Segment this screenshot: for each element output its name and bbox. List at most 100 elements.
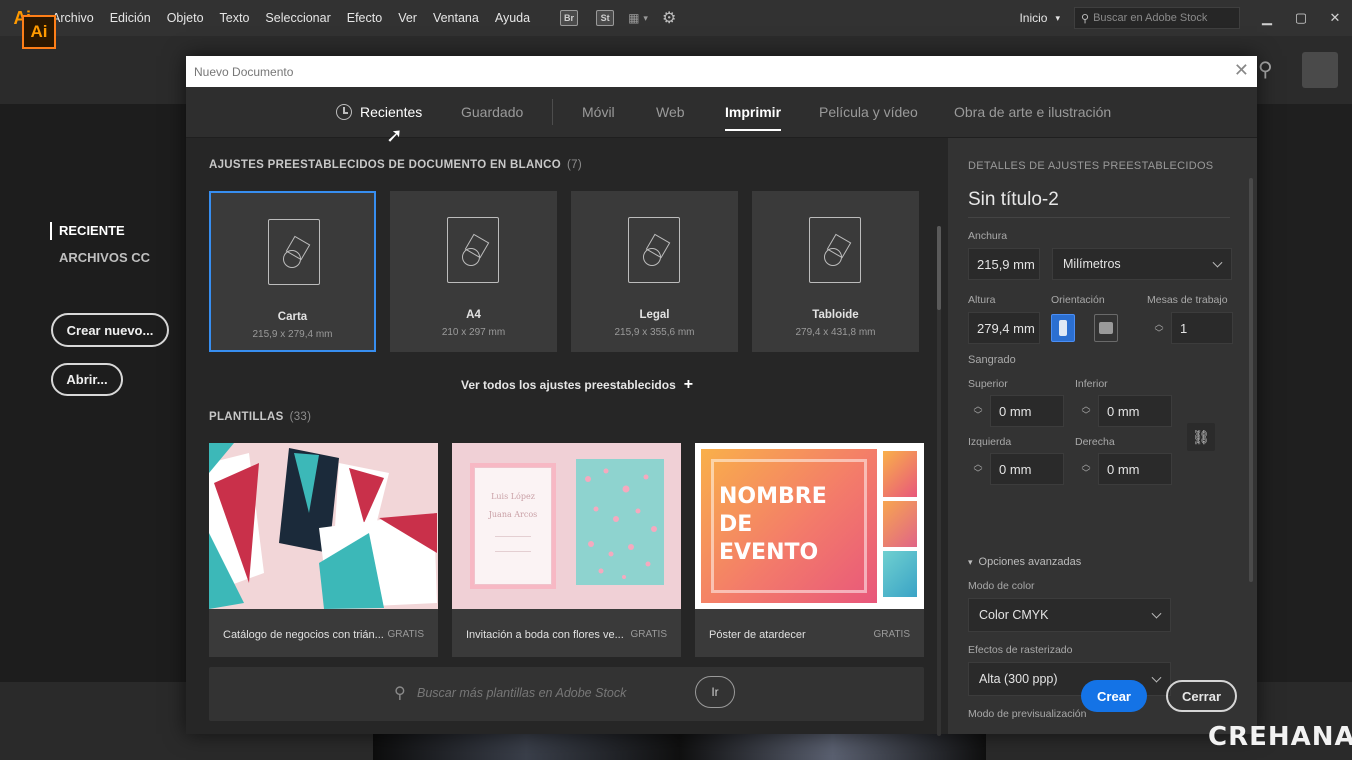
bleed-right-label: Derecha [1075,436,1115,448]
minimize-icon[interactable]: ▁ [1250,10,1284,26]
template-catalogo[interactable]: Catálogo de negocios con trián... GRATIS [209,443,438,657]
tab-obra-arte[interactable]: Obra de arte e ilustración [954,104,1111,120]
bleed-left-input[interactable]: 0 mm [990,453,1064,485]
advanced-options-toggle[interactable]: ▾ Opciones avanzadas [968,556,1081,568]
preset-size: 215,9 x 279,4 mm [252,329,333,340]
portrait-orientation-button[interactable] [1051,314,1075,342]
presets-pane: AJUSTES PREESTABLECIDOS DE DOCUMENTO EN … [186,138,948,736]
menubar-right: Inicio ▾ ⚲ Buscar en Adobe Stock ▁ ▢ ✕ [1005,0,1352,36]
presets-scrollbar[interactable] [937,226,941,736]
preset-size: 279,4 x 431,8 mm [795,327,876,338]
tab-imprimir[interactable]: Imprimir [725,104,782,131]
go-button[interactable]: Ir [695,676,735,708]
link-icon[interactable]: ⛓ [1187,423,1215,451]
see-all-presets-link[interactable]: Ver todos los ajustes preestablecidos + [461,376,693,394]
advanced-options-label: Opciones avanzadas [978,556,1082,568]
tab-recientes-label: Recientes [360,104,423,120]
artboards-label: Mesas de trabajo [1147,294,1228,306]
tab-recientes[interactable]: Recientes [336,104,422,120]
raster-effects-label: Efectos de rasterizado [968,644,1073,656]
document-icon [447,217,499,283]
avatar[interactable] [1302,52,1338,88]
maximize-icon[interactable]: ▢ [1284,10,1318,26]
nav-reciente[interactable]: RECIENTE [50,222,125,240]
template-poster-atardecer[interactable]: NOMBRE DE EVENTO Póster de atardecer GRA… [695,443,924,657]
menu-objeto[interactable]: Objeto [159,11,212,25]
template-badge: GRATIS [630,629,667,640]
see-all-label: Ver todos los ajustes preestablecidos [461,378,676,392]
width-input[interactable]: 215,9 mm [968,248,1040,280]
template-thumbnail [209,443,438,609]
preset-tabloide[interactable]: Tabloide 279,4 x 431,8 mm [752,191,919,352]
tab-guardado[interactable]: Guardado [461,104,523,120]
tab-movil[interactable]: Móvil [582,104,615,120]
bridge-icon[interactable]: Br [560,10,579,26]
menu-ventana[interactable]: Ventana [425,11,487,25]
units-select[interactable]: Milímetros [1052,248,1232,280]
open-button[interactable]: Abrir... [51,363,123,396]
create-new-button[interactable]: Crear nuevo... [51,313,169,347]
document-name-input[interactable]: Sin título-2 [968,189,1059,211]
templates-heading-text: PLANTILLAS [209,411,284,423]
arrange-documents-icon[interactable]: ▦ ▾ [628,11,648,25]
preset-a4[interactable]: A4 210 x 297 mm [390,191,557,352]
template-name: Invitación a boda con flores ve... [466,629,624,641]
preset-legal[interactable]: Legal 215,9 x 355,6 mm [571,191,738,352]
workspace-switcher[interactable]: Inicio ▾ [1005,11,1074,25]
menu-efecto[interactable]: Efecto [339,11,390,25]
create-button[interactable]: Crear [1081,680,1147,712]
raster-effects-value: Alta (300 ppp) [979,672,1058,686]
search-icon[interactable]: ⚲ [1258,57,1273,82]
stock-search-input[interactable]: ⚲ Buscar en Adobe Stock [1074,7,1240,29]
tab-web[interactable]: Web [656,104,685,120]
new-document-dialog: Nuevo Documento ✕ Recientes Guardado Móv… [186,56,1257,736]
units-value: Milímetros [1063,257,1121,271]
template-thumbnail: NOMBRE DE EVENTO [695,443,924,609]
menu-edicion[interactable]: Edición [102,11,159,25]
menu-seleccionar[interactable]: Seleccionar [257,11,338,25]
bleed-left-stepper[interactable]: ︿ ﹀ [970,456,986,482]
artboards-input[interactable]: 1 [1171,312,1233,344]
preview-mode-label: Modo de previsualización [968,708,1087,720]
menu-ayuda[interactable]: Ayuda [487,11,538,25]
bleed-bottom-label: Inferior [1075,378,1108,390]
preset-size: 210 x 297 mm [441,327,506,338]
wedding-name-2: Juana Arcos [488,510,538,519]
template-stock-search[interactable]: ⚲ Buscar más plantillas en Adobe Stock I… [209,667,924,721]
stock-icon[interactable]: St [596,10,615,26]
stock-search-placeholder: Buscar en Adobe Stock [1093,12,1208,24]
bleed-bottom-input[interactable]: 0 mm [1098,395,1172,427]
bleed-top-input[interactable]: 0 mm [990,395,1064,427]
details-scrollbar[interactable] [1249,178,1253,582]
bleed-top-stepper[interactable]: ︿ ﹀ [970,398,986,424]
close-icon[interactable]: ✕ [1234,60,1249,81]
plus-icon: + [683,376,694,393]
tab-pelicula-video[interactable]: Película y vídeo [819,104,918,120]
bleed-right-stepper[interactable]: ︿ ﹀ [1078,456,1094,482]
landscape-orientation-button[interactable] [1094,314,1118,342]
template-badge: GRATIS [387,629,424,640]
nav-archivos-cc[interactable]: ARCHIVOS CC [59,250,150,265]
height-input[interactable]: 279,4 mm [968,312,1040,344]
tab-divider [552,99,553,125]
bleed-right-input[interactable]: 0 mm [1098,453,1172,485]
close-button[interactable]: Cerrar [1166,680,1237,712]
bleed-bottom-stepper[interactable]: ︿ ﹀ [1078,398,1094,424]
clock-icon [336,104,352,120]
preset-name: Legal [639,309,670,321]
blank-presets-heading: AJUSTES PREESTABLECIDOS DE DOCUMENTO EN … [209,159,582,171]
gpu-performance-icon[interactable]: ⚙ [662,8,676,28]
height-label: Altura [968,294,996,306]
color-mode-select[interactable]: Color CMYK [968,598,1171,632]
templates-heading: PLANTILLAS (33) [209,411,311,423]
details-heading: DETALLES DE AJUSTES PREESTABLECIDOS [968,160,1214,172]
preset-carta[interactable]: Carta 215,9 x 279,4 mm [209,191,376,352]
menu-texto[interactable]: Texto [212,11,258,25]
menu-ver[interactable]: Ver [390,11,425,25]
bleed-label: Sangrado [968,354,1016,366]
template-invitacion-boda[interactable]: Luis López Juana Arcos Invitación a boda… [452,443,681,657]
artboards-stepper[interactable]: ︿ ﹀ [1151,316,1167,342]
mouse-cursor-icon: ➚ [386,125,403,147]
close-icon[interactable]: ✕ [1318,10,1352,26]
template-search-placeholder: Buscar más plantillas en Adobe Stock [417,686,627,700]
